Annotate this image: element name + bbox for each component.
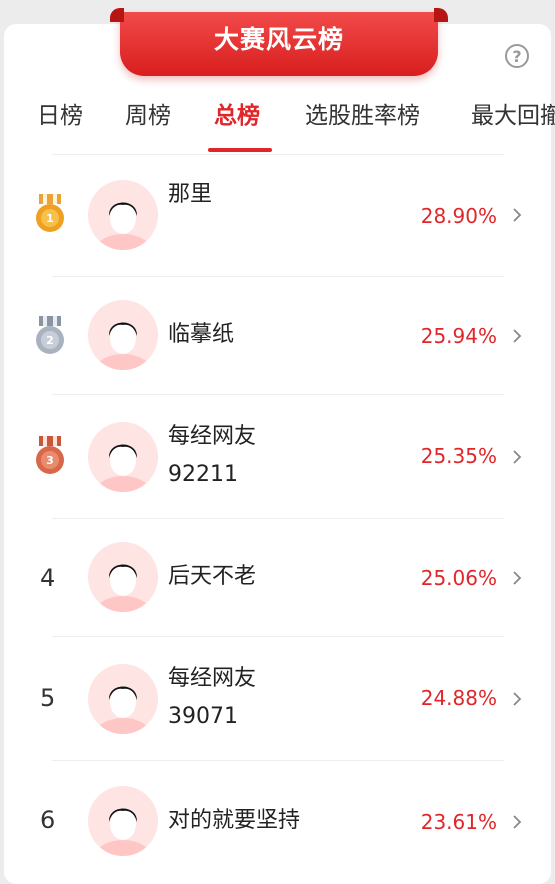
- avatar: [88, 786, 158, 856]
- tab-stock-win-rate[interactable]: 选股胜率榜: [305, 96, 420, 130]
- avatar: [88, 422, 158, 492]
- avatar: [88, 542, 158, 612]
- return-rate: 28.90%: [420, 204, 497, 228]
- ranking-row[interactable]: 6 对的就要坚持 23.61%: [0, 760, 555, 870]
- ranking-row[interactable]: 3 每经网友 92211 25.35%: [0, 394, 555, 518]
- ranking-row[interactable]: 4 后天不老 25.06%: [0, 518, 555, 636]
- medal-rank: 3: [46, 454, 54, 467]
- chevron-right-icon: [513, 450, 522, 464]
- return-rate: 24.88%: [420, 686, 497, 710]
- user-name: 对的就要坚持: [168, 808, 301, 833]
- chevron-right-icon: [513, 692, 522, 706]
- chevron-right-icon: [513, 571, 522, 585]
- return-rate: 23.61%: [420, 810, 497, 834]
- avatar: [88, 300, 158, 370]
- chevron-right-icon: [513, 329, 522, 343]
- user-name-line1: 每经网友: [168, 666, 257, 691]
- tab-weekly[interactable]: 周榜: [125, 96, 171, 130]
- tab-overall[interactable]: 总榜: [214, 96, 260, 130]
- tab-daily[interactable]: 日榜: [37, 96, 83, 130]
- silver-medal-icon: 2: [36, 316, 64, 354]
- user-name: 后天不老: [168, 564, 257, 589]
- return-rate: 25.35%: [420, 444, 497, 468]
- medal-rank: 1: [46, 212, 54, 225]
- medal-rank: 2: [46, 334, 54, 347]
- avatar: [88, 180, 158, 250]
- avatar: [88, 664, 158, 734]
- return-rate: 25.06%: [420, 566, 497, 590]
- rank-number: 4: [40, 564, 56, 592]
- help-icon[interactable]: ?: [505, 44, 529, 68]
- bronze-medal-icon: 3: [36, 436, 64, 474]
- page-title: 大赛风云榜: [213, 25, 344, 54]
- gold-medal-icon: 1: [36, 194, 64, 232]
- rank-number: 6: [40, 806, 56, 834]
- chevron-right-icon: [513, 208, 522, 222]
- ranking-row[interactable]: 5 每经网友 39071 24.88%: [0, 636, 555, 760]
- return-rate: 25.94%: [420, 324, 497, 348]
- rank-number: 5: [40, 684, 56, 712]
- chevron-right-icon: [513, 815, 522, 829]
- user-name-line2: 92211: [168, 462, 238, 487]
- ranking-row[interactable]: 1 那里 28.90%: [0, 154, 555, 276]
- user-name-line2: 39071: [168, 704, 238, 729]
- user-name: 临摹纸: [168, 322, 235, 347]
- user-name: 那里: [168, 182, 213, 207]
- active-tab-indicator: [208, 148, 272, 152]
- tab-bar: 日榜 周榜 总榜 选股胜率榜 最大回撤: [0, 96, 555, 146]
- user-name-line1: 每经网友: [168, 424, 257, 449]
- tab-max-drawdown[interactable]: 最大回撤: [471, 96, 555, 130]
- header-banner: 大赛风云榜: [110, 8, 448, 76]
- ranking-row[interactable]: 2 临摹纸 25.94%: [0, 276, 555, 394]
